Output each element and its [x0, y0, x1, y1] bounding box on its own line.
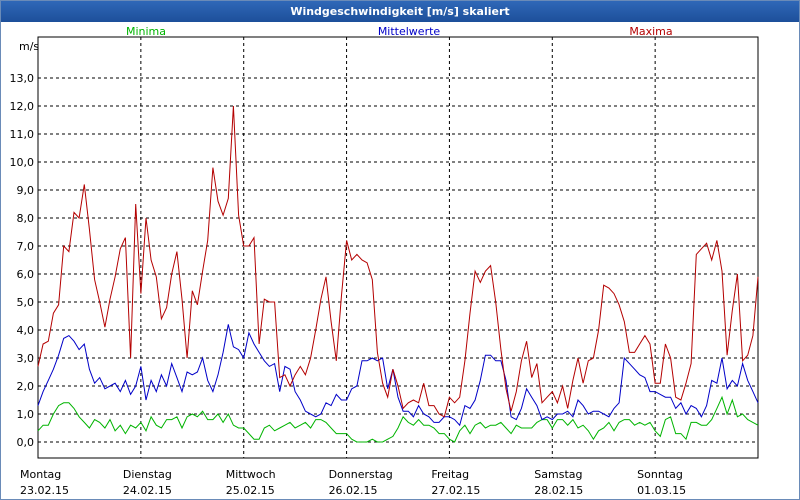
day-label: Donnerstag	[329, 468, 393, 481]
date-label: 26.02.15	[329, 484, 378, 497]
day-label: Mittwoch	[226, 468, 276, 481]
date-label: 23.02.15	[20, 484, 69, 497]
y-tick-label: 9,0	[17, 184, 35, 197]
date-label: 28.02.15	[534, 484, 583, 497]
y-tick-label: 1,0	[17, 408, 35, 421]
date-label: 25.02.15	[226, 484, 275, 497]
y-tick-label: 5,0	[17, 296, 35, 309]
y-tick-label: 0,0	[17, 436, 35, 449]
y-tick-labels: 0,0 1,0 2,0 3,0 4,0 5,0 6,0 7,0 8,0 9,0 10,0 11,0 12…	[10, 72, 35, 449]
y-tick-label: 11,0	[10, 128, 35, 141]
y-tick-label: 4,0	[17, 324, 35, 337]
day-labels: Montag 23.02.15 Dienstag 24.02.15 Mittwoch 25…	[20, 468, 686, 497]
y-axis-label: m/s	[19, 40, 39, 53]
date-label: 01.03.15	[637, 484, 686, 497]
y-tick-label: 7,0	[17, 240, 35, 253]
y-tick-label: 10,0	[10, 156, 35, 169]
y-tick-label: 8,0	[17, 212, 35, 225]
legend: Minima Mittelwerte Maxima	[126, 25, 673, 38]
date-label: 24.02.15	[123, 484, 172, 497]
y-tick-label: 13,0	[10, 72, 35, 85]
y-tick-label: 2,0	[17, 380, 35, 393]
day-label: Samstag	[534, 468, 582, 481]
legend-minima: Minima	[126, 25, 166, 38]
day-label: Sonntag	[637, 468, 683, 481]
legend-maxima: Maxima	[629, 25, 672, 38]
day-label: Freitag	[431, 468, 469, 481]
day-label: Dienstag	[123, 468, 172, 481]
date-label: 27.02.15	[431, 484, 480, 497]
y-tick-label: 3,0	[17, 352, 35, 365]
legend-mittelwerte: Mittelwerte	[378, 25, 441, 38]
y-tick-label: 12,0	[10, 100, 35, 113]
y-tick-label: 6,0	[17, 268, 35, 281]
chart-svg: 0,0 1,0 2,0 3,0 4,0 5,0 6,0 7,0 8,0 9,0 10,0 11,0 12…	[10, 25, 759, 497]
day-label: Montag	[20, 468, 61, 481]
